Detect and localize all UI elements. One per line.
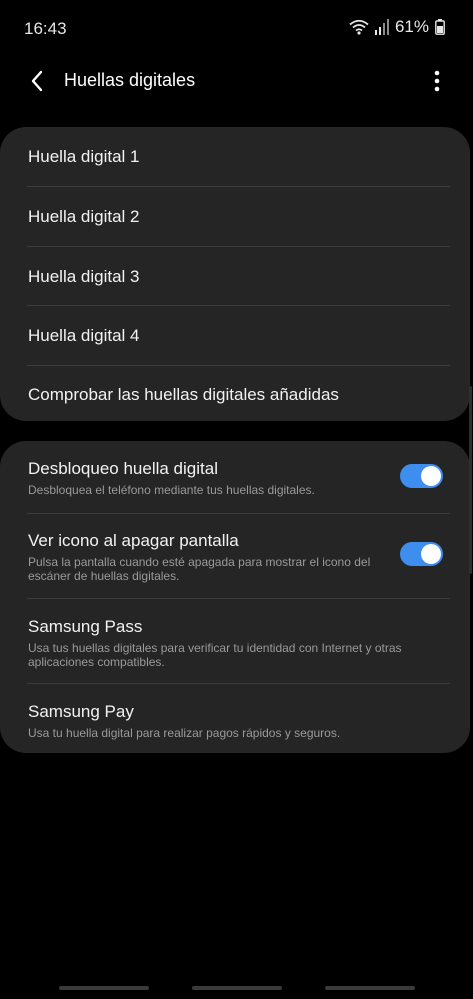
setting-title: Desbloqueo huella digital: [28, 459, 218, 478]
setting-description: Usa tu huella digital para realizar pago…: [28, 726, 341, 740]
fingerprints-card: Huella digital 1 Huella digital 2 Huella…: [0, 127, 470, 421]
setting-samsung-pay[interactable]: Samsung Pay Usa tu huella digital para r…: [0, 684, 470, 753]
more-vertical-icon: [434, 70, 440, 92]
fingerprint-item-1[interactable]: Huella digital 1: [0, 127, 470, 186]
nav-back-button[interactable]: [325, 986, 415, 990]
fingerprint-unlock-toggle[interactable]: [400, 464, 443, 488]
fingerprint-label: Huella digital 2: [28, 207, 140, 226]
fingerprint-label: Huella digital 4: [28, 326, 140, 345]
setting-description: Desbloquea el teléfono mediante tus huel…: [28, 483, 315, 497]
setting-show-icon-screen-off[interactable]: Ver icono al apagar pantalla Pulsa la pa…: [0, 513, 470, 598]
status-icons: 61%: [349, 17, 445, 37]
signal-icon: [374, 19, 389, 35]
fingerprint-label: Huella digital 3: [28, 267, 140, 286]
fingerprint-label: Huella digital 1: [28, 147, 140, 166]
battery-percent: 61%: [394, 17, 429, 36]
setting-description: Usa tus huellas digitales para verificar…: [28, 641, 402, 669]
fingerprint-item-4[interactable]: Huella digital 4: [0, 306, 470, 365]
fingerprint-item-3[interactable]: Huella digital 3: [0, 247, 470, 306]
toggle-knob: [421, 544, 441, 564]
show-icon-screen-off-toggle[interactable]: [400, 542, 443, 566]
navigation-bar: [0, 986, 473, 992]
check-fingerprints-label: Comprobar las huellas digitales añadidas: [28, 385, 339, 404]
setting-title: Samsung Pay: [28, 702, 134, 721]
more-options-button[interactable]: [425, 66, 449, 96]
wifi-icon: [349, 19, 369, 35]
scrollbar[interactable]: [469, 386, 472, 574]
nav-home-button[interactable]: [192, 986, 282, 990]
toggle-knob: [421, 466, 441, 486]
setting-fingerprint-unlock[interactable]: Desbloqueo huella digital Desbloquea el …: [0, 441, 470, 513]
setting-title: Ver icono al apagar pantalla: [28, 531, 239, 550]
nav-recents-button[interactable]: [59, 986, 149, 990]
status-time: 16:43: [24, 19, 67, 38]
fingerprint-item-2[interactable]: Huella digital 2: [0, 187, 470, 246]
check-fingerprints-item[interactable]: Comprobar las huellas digitales añadidas: [0, 365, 470, 421]
app-header: Huellas digitales: [0, 58, 473, 104]
setting-samsung-pass[interactable]: Samsung Pass Usa tus huellas digitales p…: [0, 599, 470, 684]
page-title: Huellas digitales: [64, 70, 196, 90]
setting-title: Samsung Pass: [28, 617, 143, 636]
setting-description: Pulsa la pantalla cuando esté apagada pa…: [28, 555, 371, 583]
status-bar: 16:43 61%: [0, 0, 473, 58]
chevron-left-icon: [31, 70, 43, 92]
battery-icon: [435, 19, 445, 35]
fingerprint-settings-card: Desbloqueo huella digital Desbloquea el …: [0, 441, 470, 753]
back-button[interactable]: [22, 66, 52, 96]
